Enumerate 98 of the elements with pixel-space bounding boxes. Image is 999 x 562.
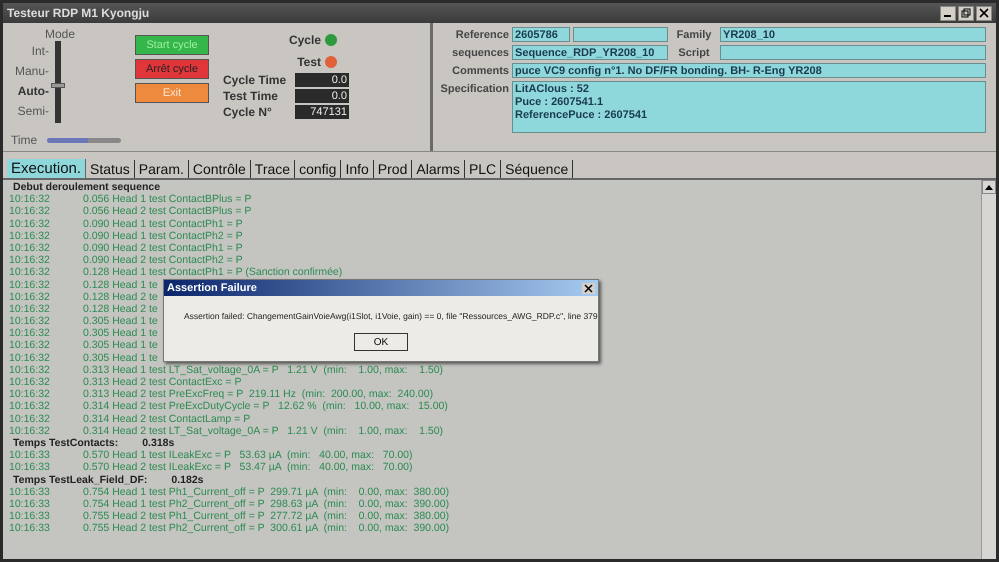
log-time: 10:16:32 [9,266,51,278]
minimize-icon[interactable] [940,6,956,20]
log-duration: 0.318s [142,436,174,450]
log-time: 10:16:32 [9,302,51,316]
mode-option[interactable]: Semi- [18,101,50,121]
log-time: 10:16:32 [9,400,51,413]
log-message: 0.754 Head 1 test Ph1_Current_off = P 299.71 µA (min: 0.00, max: 380.00) [83,486,450,498]
indicator-label: Cycle [288,33,321,47]
log-message: 0.128 Head 1 te [83,278,158,291]
log-message: 0.128 Head 1 test ContactPh1 = P (Sanction confirmée) [83,266,342,278]
window-title: Testeur RDP M1 Kyongju [7,6,150,20]
dialog-title: Assertion Failure [167,282,257,294]
log-time: 10:16:32 [9,352,51,364]
indicator-label: Test [297,55,321,69]
log-message: 0.755 Head 2 test Ph2_Current_off = P 300.61 µA (min: 0.00, max: 390.00) [83,522,450,534]
log-time: 10:16:32 [9,205,51,218]
log-time: 10:16:32 [9,364,51,376]
field-label: Reference [454,28,509,43]
cycle-button[interactable]: Arrêt cycle [135,59,209,79]
log-message: 0.313 Head 2 test ContactExc = P [83,376,242,388]
log-time: 10:16:32 [9,424,51,437]
log-message: 0.305 Head 1 te [83,352,158,364]
log-message: 0.090 Head 1 test ContactPh1 = P [83,218,243,230]
ok-button[interactable]: OK [354,333,408,351]
log-message: 0.314 Head 2 test LT_Sat_voltage_0A = P 1.21 V (min: 1.00, max: 1.50) [83,424,444,437]
counter-value: 0.0 [295,73,349,87]
log-message: 0.090 Head 2 test ContactPh1 = P [83,242,243,254]
log-duration: 0.182s [171,474,204,486]
log-time: 10:16:32 [9,412,51,425]
specification-field[interactable]: LitAClous : 52 Puce : 2607541.1 ReferencePuce : 2607541 [512,81,986,133]
mode-slider-thumb[interactable] [51,83,66,88]
blank-field[interactable] [573,27,668,42]
mode-label: Mode [45,27,76,41]
counter-label: Cycle N° [223,105,273,119]
log-time: 10:16:32 [9,254,51,266]
log-message: 0.090 Head 1 test ContactPh2 = P [83,230,243,242]
log-message: 0.570 Head 2 test ILeakExc = P 53.47 µA (min: 40.00, max: 70.00) [83,461,413,474]
log-heading: Debut deroulement sequence [13,181,160,194]
log-message: 0.314 Head 2 test PreExcDutyCycle = P 12.62 % (min: 10.00, max: 15.00) [83,400,448,413]
log-time: 10:16:33 [9,449,51,462]
field-label: Comments [451,64,509,79]
log-time: 10:16:33 [9,510,51,522]
log-message: 0.754 Head 1 test Ph2_Current_off = P 298.63 µA (min: 0.00, max: 390.00) [83,498,450,510]
log-time: 10:16:32 [9,388,51,400]
log-time: 10:16:33 [9,486,51,498]
log-time: 10:16:33 [9,498,51,510]
tab[interactable]: Execution. [7,159,86,178]
restore-icon[interactable] [958,6,974,20]
log-time: 10:16:32 [9,193,51,206]
log-message: 0.128 Head 2 te [83,290,158,303]
log-message: 0.305 Head 1 te [83,315,158,328]
field-label: sequences [451,46,509,61]
time-slider-track[interactable] [47,138,121,142]
log-time: 10:16:32 [9,327,51,340]
log-message: 0.090 Head 2 test ContactPh2 = P [83,254,243,266]
mode-option[interactable]: Int- [32,41,50,61]
log-message: 0.056 Head 1 test ContactBPlus = P [83,193,252,206]
log-time: 10:16:33 [9,461,51,474]
counter-label: Cycle Time [223,73,288,87]
log-time: 10:16:32 [9,376,51,388]
log-time: 10:16:32 [9,315,51,328]
log-message: 0.314 Head 2 test ContactLamp = P [83,412,250,425]
log-time: 10:16:32 [9,242,51,254]
scrollbar[interactable] [981,180,996,559]
time-label: Time [11,133,38,147]
log-message: 0.570 Head 1 test ILeakExc = P 53.63 µA (min: 40.00, max: 70.00) [83,449,413,462]
field-label: Family [676,28,712,43]
family-field[interactable]: YR208_10 [720,27,986,42]
log-time: 10:16:32 [9,230,51,242]
close-icon[interactable] [582,282,595,294]
mode-option[interactable]: Manu- [15,61,50,81]
counter-value: 0.0 [295,89,349,103]
log-message: 0.755 Head 2 test Ph1_Current_off = P 277.72 µA (min: 0.00, max: 380.00) [83,510,450,522]
reference-field[interactable]: 2605786 [512,27,570,42]
sequence-field[interactable]: Sequence_RDP_YR208_10 [512,45,668,60]
log-time: 10:16:32 [9,290,51,303]
counter-value: 747131 [295,105,349,119]
log-message: 0.056 Head 2 test ContactBPlus = P [83,205,252,218]
log-message: 0.313 Head 1 test LT_Sat_voltage_0A = P 1.21 V (min: 1.00, max: 1.50) [83,364,444,376]
log-time: 10:16:32 [9,339,51,352]
comments-field[interactable]: puce VC9 config n°1. No DF/FR bonding. BH- R-Eng YR208 [512,63,986,78]
log-time: 10:16:32 [9,278,51,291]
mode-option[interactable]: Auto- [18,81,50,101]
log-heading: Temps TestContacts: [13,436,118,450]
log-message: 0.313 Head 2 test PreExcFreq = P 219.11 Hz (min: 200.00, max: 240.00) [83,388,434,400]
dialog-message: Assertion failed: ChangementGainVoieAwg(i1Slot, i1Voie, gain) == 0, file "Ressources_AWG_RDP.c", line 379 [184,311,598,321]
counter-label: Test Time [223,89,279,103]
field-label: Script [677,46,711,61]
script-field[interactable] [720,45,986,60]
log-message: 0.305 Head 1 te [83,339,158,352]
log-heading: Temps TestLeak_Field_DF: [13,474,148,486]
log-time: 10:16:32 [9,218,51,230]
log-message: 0.128 Head 2 te [83,302,158,316]
log-message: 0.305 Head 1 te [83,327,158,340]
log-time: 10:16:33 [9,522,51,534]
close-icon[interactable] [976,6,992,20]
field-label: Specification [440,82,509,97]
scroll-up-icon[interactable] [982,180,996,194]
